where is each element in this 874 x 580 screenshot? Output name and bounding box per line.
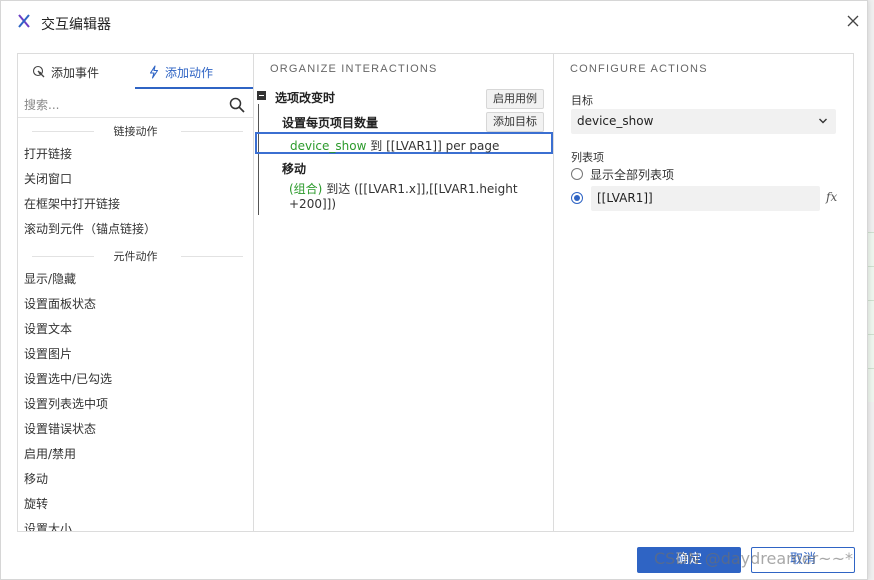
configure-actions-panel: CONFIGURE ACTIONS 目标 device_show 列表项 显示全… xyxy=(553,53,854,532)
tab-add-action-label: 添加动作 xyxy=(165,65,214,80)
action-move[interactable]: 移动 xyxy=(18,467,253,492)
tree-connector-line xyxy=(258,104,259,215)
close-icon[interactable] xyxy=(845,13,861,29)
link-actions-list: 打开链接 关闭窗口 在框架中打开链接 滚动到元件（锚点链接） xyxy=(18,142,253,242)
items-per-page-value-field[interactable]: [[LVAR1]] xyxy=(591,186,820,211)
dialog-title: 交互编辑器 xyxy=(41,17,111,33)
action-title-set-items-per-page[interactable]: 设置每页项目数量 xyxy=(282,114,378,131)
action-title-move[interactable]: 移动 xyxy=(282,160,306,177)
action-set-size[interactable]: 设置大小 xyxy=(18,517,253,531)
collapse-toggle[interactable] xyxy=(257,91,266,100)
chevron-down-icon xyxy=(819,118,827,124)
target-select[interactable]: device_show xyxy=(571,109,836,134)
axure-logo-icon xyxy=(18,14,30,28)
target-select-value: device_show xyxy=(577,114,654,128)
radio-button[interactable] xyxy=(571,168,583,180)
dialog-titlebar: 交互编辑器 xyxy=(1,1,867,43)
action-set-text[interactable]: 设置文本 xyxy=(18,317,253,342)
event-title[interactable]: 选项改变时 xyxy=(275,89,335,106)
ok-button[interactable]: 确定 xyxy=(637,547,741,573)
group-heading-label: 链接动作 xyxy=(109,125,162,138)
action-rotate[interactable]: 旋转 xyxy=(18,492,253,517)
action-search xyxy=(18,92,253,118)
configure-actions-heading: CONFIGURE ACTIONS xyxy=(570,63,708,75)
action-row-text: device_show 到 [[LVAR1]] per page xyxy=(290,137,499,154)
action-show-hide[interactable]: 显示/隐藏 xyxy=(18,267,253,292)
target-label: 目标 xyxy=(571,94,593,107)
interaction-editor-dialog: 交互编辑器 添加事件 添加动作 搜索... 链接动作 打开链接 关闭窗口 在框架… xyxy=(0,0,868,580)
add-target-button[interactable]: 添加目标 xyxy=(486,112,544,132)
search-input[interactable] xyxy=(24,95,224,115)
active-tab-indicator xyxy=(135,87,253,89)
move-action-detail: 到达 ([[LVAR1.x]],[[LVAR1.height +200]]) xyxy=(289,182,518,211)
action-set-image[interactable]: 设置图片 xyxy=(18,342,253,367)
cancel-button[interactable]: 取消 xyxy=(751,547,855,573)
actions-library-panel: 添加事件 添加动作 链接动作 打开链接 关闭窗口 在框架中打开链接 xyxy=(17,53,254,532)
cursor-click-icon xyxy=(32,65,45,78)
search-icon[interactable] xyxy=(229,97,245,113)
group-heading-label: 元件动作 xyxy=(109,250,162,263)
fx-function-icon[interactable]: fx xyxy=(826,190,837,204)
group-heading-widget-actions: 元件动作 xyxy=(18,248,253,264)
enable-case-button[interactable]: 启用用例 xyxy=(486,89,544,109)
move-target-name: (组合) xyxy=(289,182,323,196)
action-set-panel-state[interactable]: 设置面板状态 xyxy=(18,292,253,317)
radio-show-all-label: 显示全部列表项 xyxy=(590,168,675,182)
action-open-in-frame[interactable]: 在框架中打开链接 xyxy=(18,192,253,217)
action-scroll-to-widget[interactable]: 滚动到元件（锚点链接） xyxy=(18,217,253,242)
action-open-link[interactable]: 打开链接 xyxy=(18,142,253,167)
action-detail: 到 [[LVAR1]] per page xyxy=(370,139,500,153)
list-item-label: 列表项 xyxy=(571,151,604,164)
widget-actions-list: 显示/隐藏 设置面板状态 设置文本 设置图片 设置选中/已勾选 设置列表选中项 … xyxy=(18,267,253,531)
action-enable-disable[interactable]: 启用/禁用 xyxy=(18,442,253,467)
action-set-selected[interactable]: 设置选中/已勾选 xyxy=(18,367,253,392)
organize-interactions-heading: ORGANIZE INTERACTIONS xyxy=(270,63,438,75)
library-tabs: 添加事件 添加动作 xyxy=(18,54,253,90)
lightning-icon xyxy=(149,65,159,79)
organize-interactions-panel: ORGANIZE INTERACTIONS 选项改变时 启用用例 设置每页项目数… xyxy=(253,53,554,532)
move-action-row[interactable]: (组合) 到达 ([[LVAR1.x]],[[LVAR1.height +200… xyxy=(289,182,529,212)
group-heading-link-actions: 链接动作 xyxy=(18,123,253,139)
radio-button-selected[interactable] xyxy=(571,192,583,204)
selected-action-row[interactable]: device_show 到 [[LVAR1]] per page xyxy=(255,132,553,154)
tab-add-action[interactable]: 添加动作 xyxy=(148,54,213,90)
action-set-list-selection[interactable]: 设置列表选中项 xyxy=(18,392,253,417)
tab-add-event-label: 添加事件 xyxy=(51,65,100,80)
action-close-window[interactable]: 关闭窗口 xyxy=(18,167,253,192)
action-target-name: device_show xyxy=(290,139,367,153)
action-set-error-state[interactable]: 设置错误状态 xyxy=(18,417,253,442)
tab-add-event[interactable]: 添加事件 xyxy=(32,54,99,90)
